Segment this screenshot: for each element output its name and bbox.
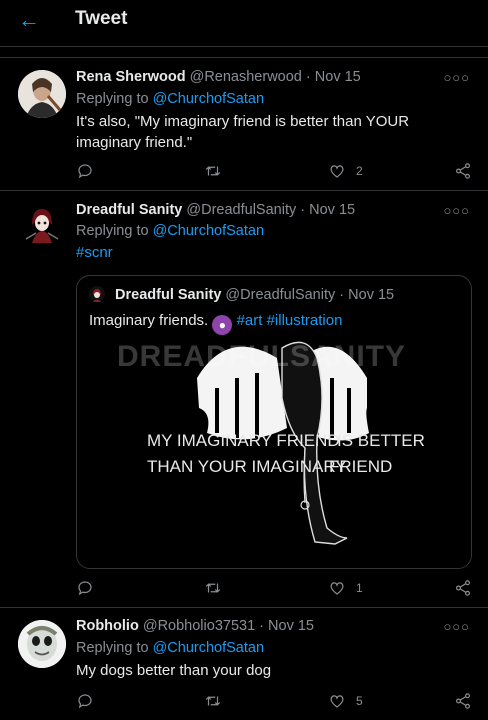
share-icon [456,580,470,596]
replying-to: Replying to @ChurchofSatan [76,223,264,239]
like-button[interactable]: 2 [328,160,363,182]
quote-author-handle: @DreadfulSanity [225,287,336,303]
like-button[interactable]: 1 [328,577,363,599]
tweet-item[interactable]: Robholio @Robholio37531 · Nov 15 ○○○ Rep… [0,608,488,720]
author-name[interactable]: Dreadful Sanity [76,202,182,218]
quote-avatar [89,286,105,302]
artwork-image[interactable]: DREADFULSANITY MY IMAGINARY FRIEND IS BE… [77,338,471,568]
more-icon[interactable]: ○○○ [443,70,470,85]
author-name[interactable]: Rena Sherwood [76,69,186,85]
separator: · [259,618,265,634]
reply-icon [78,694,92,709]
tweet-text: It's also, "My imaginary friend is bette… [76,113,410,151]
author-handle[interactable]: @Renasherwood [190,69,302,85]
like-count: 1 [356,581,363,595]
separator: · [300,202,306,218]
avatar[interactable] [18,70,66,118]
art-line2-left: THAN YOUR IMAGINARY [147,457,347,476]
reply-button[interactable] [76,577,94,599]
art-line1-left: MY IMAGINARY FRIEND [147,431,340,450]
quote-text-main: Imaginary friends. [89,312,209,329]
tweet-item[interactable]: Rena Sherwood @Renasherwood · Nov 15 ○○○… [0,58,488,191]
retweet-icon [205,583,221,593]
quote-hashtags[interactable]: #art #illustration [237,312,343,329]
share-button[interactable] [454,577,472,599]
quote-date: Nov 15 [348,287,395,303]
mention-link[interactable]: @ChurchofSatan [153,223,264,239]
more-icon[interactable]: ○○○ [443,619,470,634]
reply-icon [78,164,92,179]
retweet-icon [205,166,221,176]
share-icon [456,693,470,709]
quote-author-name: Dreadful Sanity [115,287,222,303]
tweet-date[interactable]: Nov 15 [315,69,361,85]
share-button[interactable] [454,160,472,182]
replying-to: Replying to @ChurchofSatan [76,640,264,656]
hashtag-link[interactable]: #scnr [76,242,456,263]
tweet-date[interactable]: Nov 15 [268,618,314,634]
like-count: 5 [356,694,363,708]
quote-meta: Dreadful Sanity @DreadfulSanity · Nov 15 [89,286,394,303]
mention-link[interactable]: @ChurchofSatan [153,640,264,656]
page-title: Tweet [75,8,128,29]
quote-text: Imaginary friends. ● #art #illustration [89,312,342,335]
share-icon [456,163,470,179]
spacer [0,47,488,58]
action-bar: 1 [76,577,472,599]
replying-prefix: Replying to [76,223,149,239]
tweet-meta: Dreadful Sanity @DreadfulSanity · Nov 15 [76,202,355,218]
heart-icon [330,695,344,708]
author-handle[interactable]: @Robholio37531 [143,618,255,634]
reply-button[interactable] [76,690,94,712]
tweet-meta: Rena Sherwood @Renasherwood · Nov 15 [76,69,361,85]
devil-emoji: ● [212,315,233,335]
avatar[interactable] [18,199,66,247]
author-name[interactable]: Robholio [76,618,139,634]
author-handle[interactable]: @DreadfulSanity [186,202,296,218]
separator: · [339,287,345,303]
quoted-tweet[interactable]: Dreadful Sanity @DreadfulSanity · Nov 15… [76,275,472,569]
more-icon[interactable]: ○○○ [443,203,470,218]
reply-button[interactable] [76,160,94,182]
art-line2-right: FRIEND [329,457,392,476]
retweet-button[interactable] [204,577,222,599]
tweet-date[interactable]: Nov 15 [309,202,355,218]
action-bar: 2 [76,160,472,182]
heart-icon [330,582,344,595]
mention-link[interactable]: @ChurchofSatan [153,91,264,107]
like-count: 2 [356,164,363,178]
like-button[interactable]: 5 [328,690,363,712]
watermark: DREADFULSANITY [117,340,406,373]
heart-icon [330,165,344,178]
top-bar: ← Tweet [0,0,488,47]
reply-icon [78,581,92,596]
tweet-text: My dogs better than your dog [76,662,272,679]
avatar[interactable] [18,620,66,668]
replying-prefix: Replying to [76,640,149,656]
action-bar: 5 [76,690,472,712]
replying-to: Replying to @ChurchofSatan [76,91,264,107]
tweet-item[interactable]: Dreadful Sanity @DreadfulSanity · Nov 15… [0,191,488,608]
retweet-button[interactable] [204,690,222,712]
back-arrow-icon[interactable]: ← [18,8,46,32]
retweet-icon [205,696,221,706]
separator: · [305,69,311,85]
retweet-button[interactable] [204,160,222,182]
share-button[interactable] [454,690,472,712]
tweet-meta: Robholio @Robholio37531 · Nov 15 [76,618,314,634]
replying-prefix: Replying to [76,91,149,107]
art-line1-right: IS BETTER [337,431,425,450]
